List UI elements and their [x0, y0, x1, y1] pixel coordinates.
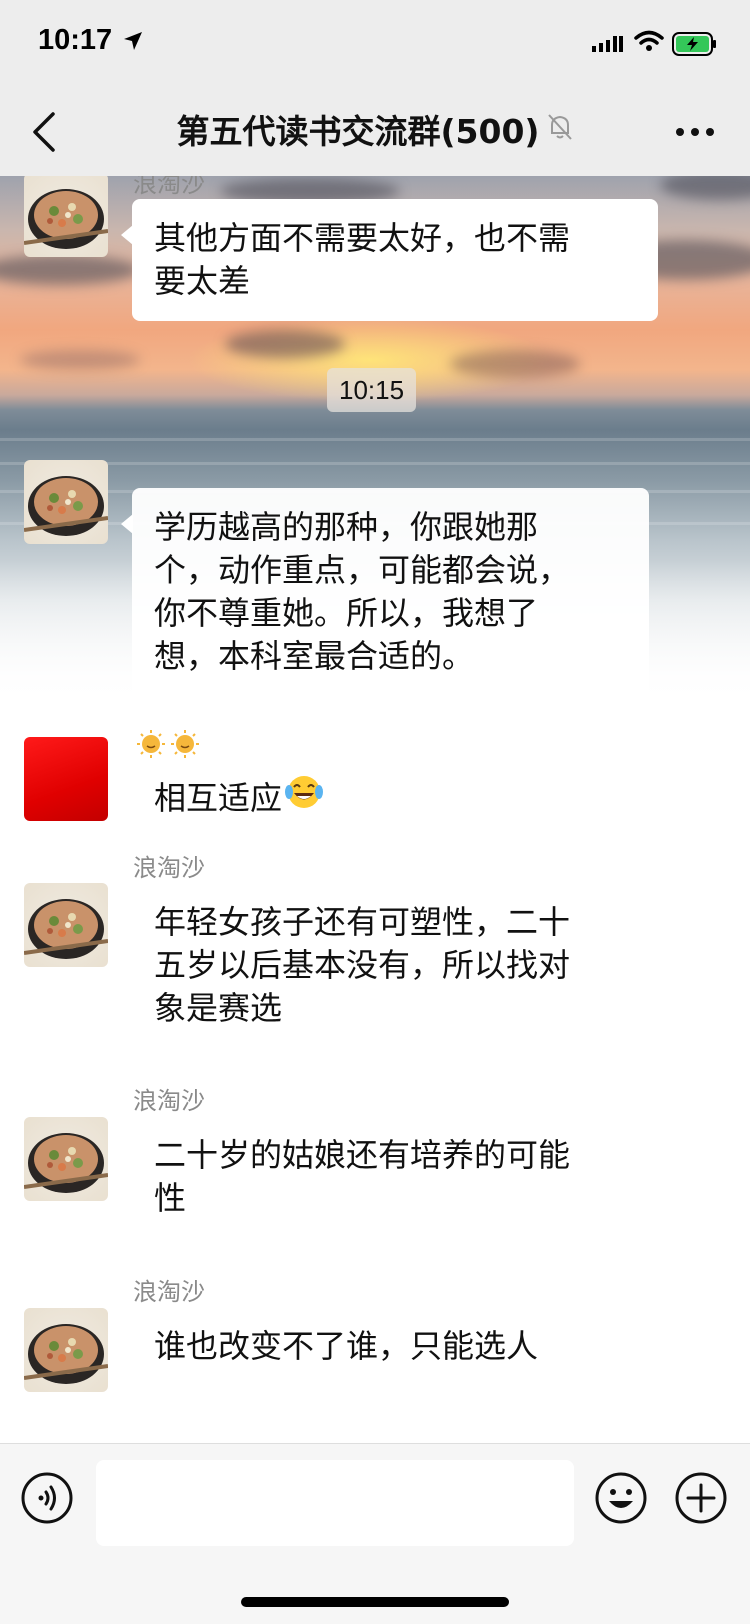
- message-text-line: 象是赛选: [154, 989, 283, 1027]
- message-text-line: 性: [154, 1179, 187, 1217]
- message-bubble[interactable]: 相互适应: [121, 759, 364, 841]
- message-text-line: 想，本科室最合适的。: [154, 637, 475, 675]
- message-input-bar: [0, 1443, 750, 1624]
- group-name: 第五代读书交流群(500): [176, 112, 540, 151]
- cellular-signal-icon: [592, 34, 624, 58]
- home-indicator: [241, 1597, 509, 1607]
- message-list[interactable]: 浪淘沙 其他方面不需要太好，也不需 要太差 10:15 学历越高的那种，你跟她那…: [0, 176, 750, 1443]
- battery-charging-icon: [672, 32, 718, 60]
- sender-name: 浪淘沙: [133, 854, 205, 882]
- message-text-line: 年轻女孩子还有可塑性，二十: [154, 903, 571, 941]
- location-arrow-icon: [122, 30, 144, 56]
- sender-name: 浪淘沙: [133, 1087, 205, 1115]
- plus-icon[interactable]: [674, 1471, 728, 1529]
- message-text-line: 个，动作重点，可能都会说，: [154, 551, 571, 589]
- avatar[interactable]: [24, 737, 108, 821]
- message-text-line: 学历越高的那种，你跟她那: [154, 508, 539, 546]
- message-input[interactable]: [96, 1460, 574, 1546]
- message-bubble[interactable]: 其他方面不需要太好，也不需 要太差: [121, 199, 658, 321]
- message-bubble[interactable]: 学历越高的那种，你跟她那 个，动作重点，可能都会说， 你不尊重她。所以，我想了 …: [121, 488, 649, 696]
- avatar[interactable]: [24, 460, 108, 544]
- message-text-line: 其他方面不需要太好，也不需: [154, 219, 571, 257]
- sender-name: 浪淘沙: [133, 176, 205, 198]
- sender-name: 浪淘沙: [133, 1278, 205, 1306]
- status-bar: 10:17: [0, 0, 750, 88]
- message-text-line: 二十岁的姑娘还有培养的可能: [154, 1136, 571, 1174]
- message-text: 谁也改变不了谁，只能选人: [154, 1327, 539, 1365]
- tears-of-joy-emoji-icon: [284, 772, 324, 823]
- chat-title: 第五代读书交流群(500): [0, 88, 750, 176]
- message-text-line: 你不尊重她。所以，我想了: [154, 594, 539, 632]
- more-options-icon[interactable]: [670, 118, 720, 146]
- avatar[interactable]: [24, 1308, 108, 1392]
- chat-header: 第五代读书交流群(500): [0, 88, 750, 176]
- message-bubble[interactable]: 年轻女孩子还有可塑性，二十 五岁以后基本没有，所以找对 象是赛选: [121, 883, 658, 1048]
- message-bubble[interactable]: 二十岁的姑娘还有培养的可能 性: [121, 1116, 658, 1238]
- message-text: 相互适应: [154, 779, 283, 817]
- timestamp-divider: 10:15: [327, 368, 417, 412]
- muted-bell-icon: [546, 87, 574, 175]
- message-bubble[interactable]: 谁也改变不了谁，只能选人: [121, 1307, 602, 1386]
- wifi-icon: [634, 30, 664, 56]
- voice-input-icon[interactable]: [20, 1471, 74, 1529]
- avatar[interactable]: [24, 883, 108, 967]
- avatar[interactable]: [24, 176, 108, 257]
- message-text-line: 要太差: [154, 262, 251, 300]
- avatar[interactable]: [24, 1117, 108, 1201]
- message-text-line: 五岁以后基本没有，所以找对: [154, 946, 571, 984]
- emoji-icon[interactable]: [594, 1471, 648, 1529]
- status-time: 10:17: [38, 24, 113, 56]
